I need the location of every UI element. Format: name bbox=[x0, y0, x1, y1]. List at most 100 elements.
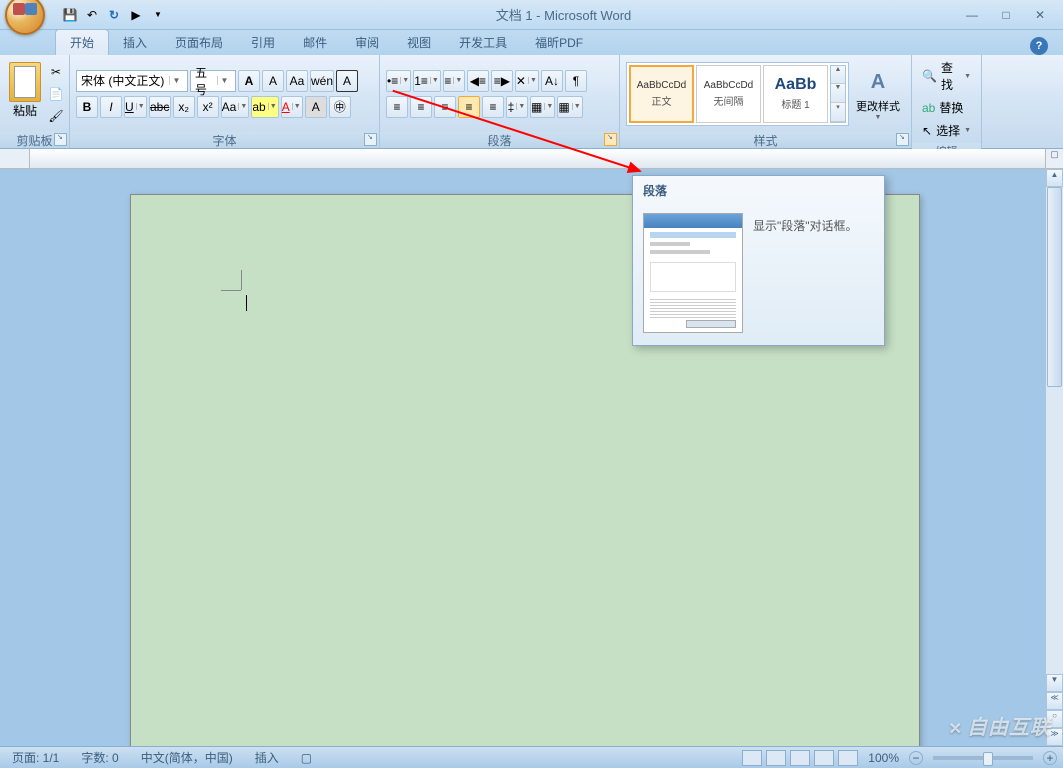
horizontal-ruler[interactable] bbox=[30, 149, 1045, 168]
font-size-combo[interactable]: 五号▼ bbox=[190, 70, 236, 92]
zoom-slider[interactable] bbox=[933, 756, 1033, 760]
tooltip-text: 显示"段落"对话框。 bbox=[753, 213, 858, 234]
char-shading-button[interactable]: A bbox=[305, 96, 327, 118]
subscript-button[interactable]: x₂ bbox=[173, 96, 195, 118]
shading-button[interactable]: ▦▼ bbox=[530, 96, 555, 118]
styles-launcher[interactable] bbox=[896, 133, 909, 146]
style-item-nospacing[interactable]: AaBbCcDd 无间隔 bbox=[696, 65, 761, 123]
shrink-font-button[interactable]: A bbox=[262, 70, 284, 92]
numbering-button[interactable]: 1≡▼ bbox=[413, 70, 441, 92]
view-web-button[interactable] bbox=[790, 750, 810, 766]
status-words[interactable]: 字数: 0 bbox=[75, 749, 124, 766]
sort-button[interactable]: A↓ bbox=[541, 70, 563, 92]
cut-icon[interactable]: ✂ bbox=[46, 62, 66, 82]
tab-pagelayout[interactable]: 页面布局 bbox=[161, 30, 237, 55]
clear-format-button[interactable]: Aa bbox=[286, 70, 308, 92]
redo-icon[interactable]: ▶ bbox=[126, 5, 146, 25]
phonetic-button[interactable]: wén bbox=[310, 70, 334, 92]
tab-foxitpdf[interactable]: 福昕PDF bbox=[521, 30, 597, 55]
view-print-button[interactable] bbox=[742, 750, 762, 766]
style-scroll-more[interactable]: ▾ bbox=[831, 103, 845, 122]
italic-button[interactable]: I bbox=[100, 96, 122, 118]
style-item-normal[interactable]: AaBbCcDd 正文 bbox=[629, 65, 694, 123]
scroll-down-button[interactable]: ▼ bbox=[1046, 674, 1063, 692]
bullets-button[interactable]: •≡▼ bbox=[386, 70, 411, 92]
help-icon[interactable]: ? bbox=[1030, 37, 1048, 55]
tab-references[interactable]: 引用 bbox=[237, 30, 289, 55]
title-bar: 💾 ↶ ↻ ▶ ▼ 文档 1 - Microsoft Word — □ ✕ bbox=[0, 0, 1063, 30]
copy-icon[interactable]: 📄 bbox=[46, 84, 66, 104]
status-macro-icon[interactable]: ▢ bbox=[295, 751, 318, 765]
zoom-out-button[interactable]: − bbox=[909, 751, 923, 765]
borders-button[interactable]: ▦▼ bbox=[557, 96, 582, 118]
clipboard-launcher[interactable] bbox=[54, 133, 67, 146]
zoom-in-button[interactable]: + bbox=[1043, 751, 1057, 765]
font-launcher[interactable] bbox=[364, 133, 377, 146]
tooltip-title: 段落 bbox=[633, 176, 884, 205]
line-spacing-button[interactable]: ‡▼ bbox=[506, 96, 528, 118]
status-mode[interactable]: 插入 bbox=[249, 749, 285, 766]
superscript-button[interactable]: x² bbox=[197, 96, 219, 118]
view-draft-button[interactable] bbox=[838, 750, 858, 766]
underline-button[interactable]: U▼ bbox=[124, 96, 147, 118]
maximize-button[interactable]: □ bbox=[993, 6, 1019, 24]
font-color-button[interactable]: A▼ bbox=[281, 96, 303, 118]
paragraph-launcher[interactable] bbox=[604, 133, 617, 146]
change-styles-button[interactable]: A 更改样式 ▼ bbox=[853, 66, 903, 121]
char-border-button[interactable]: A bbox=[336, 70, 358, 92]
style-item-heading1[interactable]: AaBb 标题 1 bbox=[763, 65, 828, 123]
ruler-toggle-icon[interactable]: ▢ bbox=[1045, 149, 1063, 168]
tab-mailings[interactable]: 邮件 bbox=[289, 30, 341, 55]
highlight-button[interactable]: ab▼ bbox=[251, 96, 278, 118]
clipboard-icon bbox=[9, 62, 41, 102]
scroll-thumb[interactable] bbox=[1047, 187, 1062, 387]
tab-review[interactable]: 审阅 bbox=[341, 30, 393, 55]
watermark-text: 自由互联 bbox=[949, 711, 1051, 740]
strike-button[interactable]: abc bbox=[149, 96, 171, 118]
status-language[interactable]: 中文(简体，中国) bbox=[135, 749, 239, 766]
decrease-indent-button[interactable]: ◀≡ bbox=[467, 70, 489, 92]
tab-insert[interactable]: 插入 bbox=[109, 30, 161, 55]
style-scroll-up[interactable]: ▲ bbox=[831, 66, 845, 85]
format-painter-icon[interactable]: 🖌 bbox=[46, 106, 66, 126]
scroll-track[interactable] bbox=[1046, 187, 1063, 674]
tab-developer[interactable]: 开发工具 bbox=[445, 30, 521, 55]
view-outline-button[interactable] bbox=[814, 750, 834, 766]
font-name-combo[interactable]: 宋体 (中文正文)▼ bbox=[76, 70, 188, 92]
tab-view[interactable]: 视图 bbox=[393, 30, 445, 55]
grow-font-button[interactable]: A bbox=[238, 70, 260, 92]
minimize-button[interactable]: — bbox=[959, 6, 985, 24]
tab-home[interactable]: 开始 bbox=[55, 29, 109, 55]
asian-layout-button[interactable]: ✕▼ bbox=[515, 70, 539, 92]
group-styles: AaBbCcDd 正文 AaBbCcDd 无间隔 AaBb 标题 1 ▲ ▼ ▾ bbox=[620, 55, 912, 148]
increase-indent-button[interactable]: ≡▶ bbox=[491, 70, 513, 92]
styles-group-label: 样式 bbox=[620, 132, 911, 148]
replace-icon: ab bbox=[922, 101, 935, 115]
zoom-level[interactable]: 100% bbox=[868, 751, 899, 765]
replace-button[interactable]: ab替换 bbox=[918, 97, 975, 118]
font-group-label: 字体 bbox=[70, 132, 379, 148]
scroll-up-button[interactable]: ▲ bbox=[1046, 169, 1063, 187]
ruler-corner bbox=[0, 149, 30, 168]
bold-button[interactable]: B bbox=[76, 96, 98, 118]
style-scroll-down[interactable]: ▼ bbox=[831, 84, 845, 103]
show-marks-button[interactable]: ¶ bbox=[565, 70, 587, 92]
save-icon[interactable]: 💾 bbox=[60, 5, 80, 25]
close-button[interactable]: ✕ bbox=[1027, 6, 1053, 24]
window-title: 文档 1 - Microsoft Word bbox=[168, 5, 959, 24]
ruler-area: ▢ bbox=[0, 149, 1063, 169]
enclosed-char-button[interactable]: ㊥ bbox=[329, 96, 351, 118]
change-case-button[interactable]: Aa▼ bbox=[221, 96, 250, 118]
select-button[interactable]: ↖选择▼ bbox=[918, 120, 975, 141]
refresh-icon[interactable]: ↻ bbox=[104, 5, 124, 25]
undo-icon[interactable]: ↶ bbox=[82, 5, 102, 25]
align-distribute-button[interactable]: ≡ bbox=[482, 96, 504, 118]
find-button[interactable]: 🔍查找▼ bbox=[918, 57, 975, 95]
view-fullscreen-button[interactable] bbox=[766, 750, 786, 766]
align-left-button[interactable]: ≡ bbox=[386, 96, 408, 118]
prev-page-button[interactable]: ≪ bbox=[1046, 692, 1063, 710]
multilevel-button[interactable]: ≡▼ bbox=[443, 70, 465, 92]
paste-button[interactable]: 粘贴 bbox=[6, 59, 44, 129]
qat-more-icon[interactable]: ▼ bbox=[148, 5, 168, 25]
status-page[interactable]: 页面: 1/1 bbox=[6, 749, 65, 766]
